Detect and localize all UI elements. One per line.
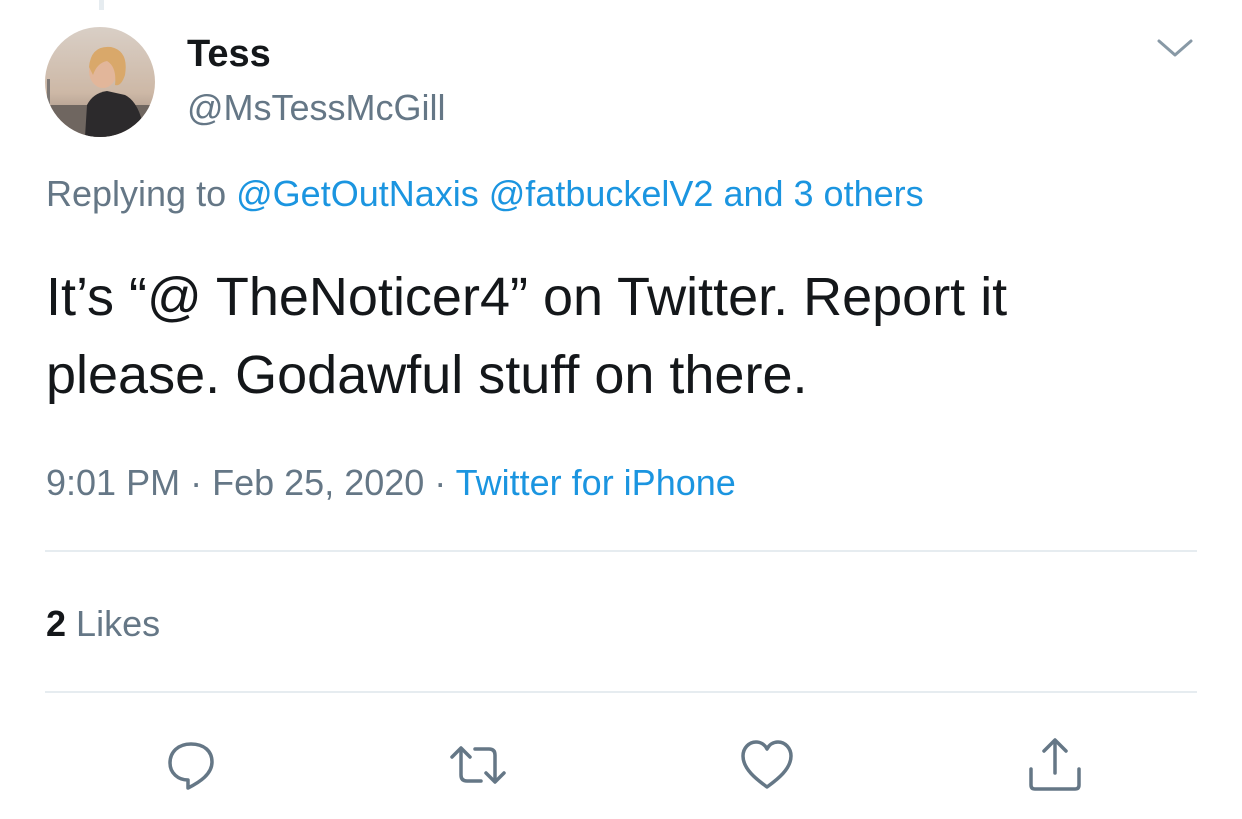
- replying-to: Replying to @GetOutNaxis @fatbuckelV2 an…: [46, 172, 924, 216]
- profile-photo-icon: [45, 27, 155, 137]
- share-icon: [1029, 738, 1081, 791]
- replying-prefix: Replying to: [46, 173, 227, 214]
- tweet-metadata: 9:01 PM · Feb 25, 2020 · Twitter for iPh…: [46, 460, 736, 506]
- more-options-button[interactable]: [1155, 30, 1195, 64]
- retweet-icon: [450, 746, 506, 784]
- likes-stat[interactable]: 2 Likes: [46, 601, 160, 647]
- tweet-date[interactable]: Feb 25, 2020: [212, 462, 424, 503]
- retweet-button[interactable]: [448, 735, 508, 795]
- author-handle[interactable]: @MsTessMcGill: [187, 86, 446, 130]
- divider: [45, 691, 1197, 693]
- tweet-source-link[interactable]: Twitter for iPhone: [456, 462, 736, 503]
- tweet-text-line: please. Godawful stuff on there.: [46, 345, 808, 405]
- tweet-text: It’s “@ TheNoticer4” on Twitter. Report …: [46, 258, 1206, 414]
- like-icon: [741, 740, 793, 789]
- divider: [45, 550, 1197, 552]
- tweet-time[interactable]: 9:01 PM: [46, 462, 180, 503]
- likes-label: Likes: [76, 603, 161, 644]
- mention-link[interactable]: @GetOutNaxis: [236, 173, 479, 214]
- author-display-name[interactable]: Tess: [187, 31, 271, 77]
- tweet-text-line: It’s “@ TheNoticer4” on Twitter. Report …: [46, 267, 1008, 327]
- meta-separator: ·: [190, 462, 203, 503]
- avatar[interactable]: [45, 27, 155, 137]
- share-button[interactable]: [1025, 735, 1085, 795]
- others-link[interactable]: and 3 others: [723, 173, 923, 214]
- reply-button[interactable]: [161, 735, 221, 795]
- like-button[interactable]: [737, 735, 797, 795]
- meta-separator: ·: [434, 462, 447, 503]
- reply-icon: [168, 742, 214, 790]
- thread-connector-line: [99, 0, 104, 10]
- mention-link[interactable]: @fatbuckelV2: [489, 173, 714, 214]
- likes-count: 2: [46, 603, 67, 644]
- chevron-down-icon: [1157, 39, 1193, 57]
